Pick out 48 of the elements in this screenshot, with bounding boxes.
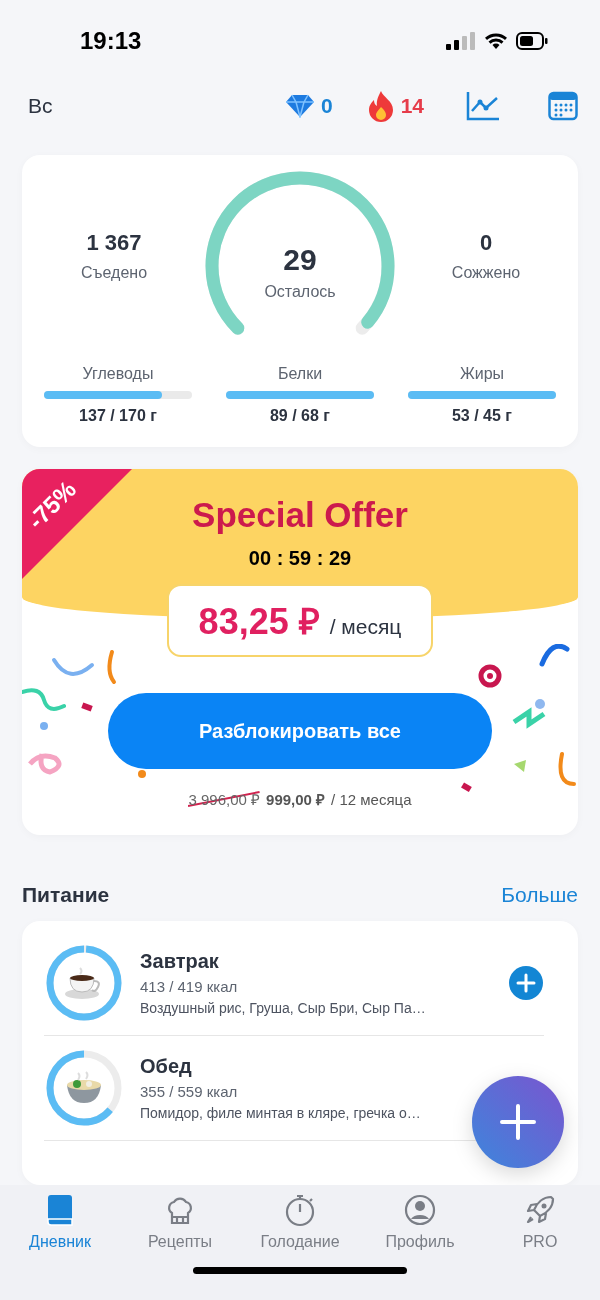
day-label[interactable]: Вс	[28, 94, 53, 118]
burned-label: Сожжено	[451, 264, 521, 282]
unlock-button[interactable]: Разблокировать все	[108, 693, 492, 769]
tab[interactable]: Голодание	[245, 1193, 355, 1251]
gem-count: 0	[320, 94, 333, 118]
price-term: / 12 месяца	[331, 791, 412, 808]
tab[interactable]: PRO	[485, 1193, 595, 1251]
meal-name: Завтрак	[140, 950, 220, 973]
remaining-value: 29	[283, 243, 317, 277]
eaten-value: 1 367	[86, 230, 142, 256]
tab[interactable]: Дневник	[5, 1193, 115, 1251]
diamond-icon	[284, 94, 315, 118]
streak-count: 14	[400, 94, 424, 118]
wifi-icon	[484, 32, 508, 50]
bowl-icon	[64, 1071, 104, 1105]
macro-name: Углеводы	[82, 365, 154, 383]
meal-foods: Воздушный рис, Груша, Сыр Бри, Сыр Па…	[140, 1000, 427, 1016]
meal-calories: 355 / 559 ккал	[140, 1083, 239, 1100]
macro-name: Белки	[277, 365, 323, 383]
meal-calories: 413 / 419 ккал	[140, 978, 239, 995]
add-icon[interactable]	[508, 965, 544, 1001]
countdown-timer: 00 : 59 : 29	[248, 547, 352, 570]
flame-icon	[366, 90, 395, 122]
calendar-icon[interactable]	[548, 91, 578, 121]
macro-reading: 89 / 68 г	[269, 407, 330, 425]
price-period: / месяц	[329, 615, 402, 639]
chart-icon[interactable]	[466, 91, 500, 121]
battery-icon	[516, 32, 548, 50]
signal-icon	[446, 32, 476, 50]
section-title: Питание	[22, 883, 110, 907]
macro-reading: 53 / 45 г	[451, 407, 512, 425]
meal-foods: Помидор, филе минтая в кляре, гречка о…	[140, 1105, 422, 1121]
monthly-price: 83,25 ₽	[198, 600, 320, 644]
macro-reading: 137 / 170 г	[79, 407, 157, 425]
eaten-label: Съедено	[80, 264, 148, 282]
burned-value: 0	[479, 230, 493, 256]
yearly-price: 999,00 ₽	[266, 790, 326, 809]
tab[interactable]: Профиль	[365, 1193, 475, 1251]
more-link[interactable]: Больше	[501, 883, 578, 907]
status-time: 19:13	[80, 27, 142, 55]
profile-icon	[403, 1193, 437, 1227]
macro-name: Жиры	[459, 365, 505, 383]
meal-name: Обед	[140, 1055, 193, 1078]
offer-title: Special Offer	[192, 495, 408, 535]
stopwatch-icon	[283, 1193, 317, 1227]
floating-add-button[interactable]	[470, 1074, 566, 1170]
remaining-label: Осталось	[264, 283, 336, 301]
tab[interactable]: Рецепты	[125, 1193, 235, 1251]
